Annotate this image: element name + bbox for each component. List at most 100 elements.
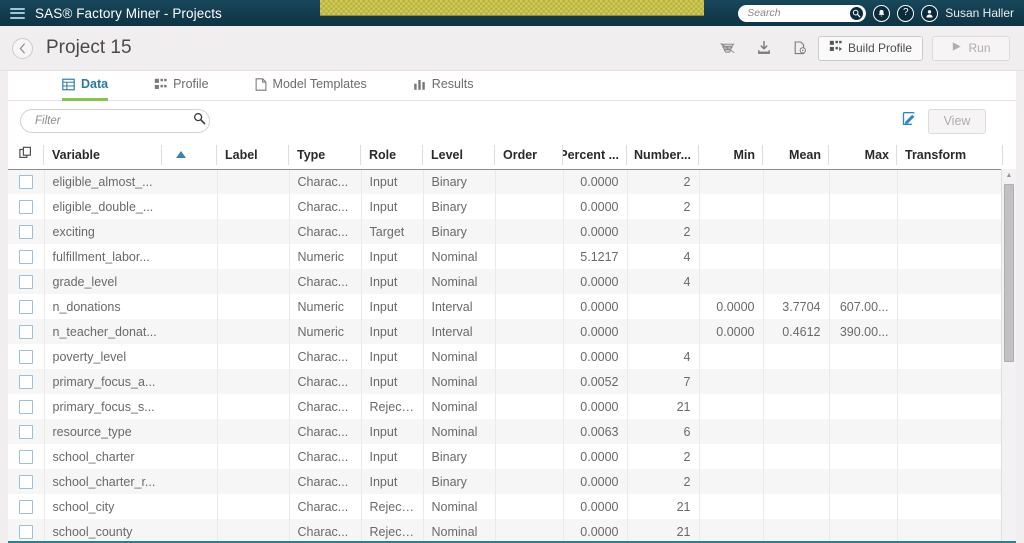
cell-transform[interactable] [897,319,1004,344]
table-row[interactable]: poverty_level Charac... Input Nominal 0.0000… [8,344,1004,369]
copy-columns-icon[interactable] [19,146,33,163]
cell-role[interactable]: Input [361,419,424,444]
cell-role[interactable]: Input [361,194,424,219]
cell-number[interactable] [627,319,700,344]
cell-transform[interactable] [897,194,1004,219]
cell-type[interactable]: Charac... [289,344,362,369]
cell-order[interactable] [495,294,564,319]
table-row[interactable]: n_donations Numeric Input Interval 0.0000 0.0… [8,294,1004,319]
cell-level[interactable]: Binary [423,469,496,494]
column-header-order[interactable]: Order [495,141,563,170]
cell-min[interactable] [699,169,764,194]
row-select-cell[interactable] [8,269,45,294]
cell-role[interactable]: Input [361,469,424,494]
cell-variable[interactable]: exciting [44,219,218,244]
row-checkbox[interactable] [18,524,33,539]
cell-variable[interactable]: school_city [44,494,218,519]
document-properties-icon[interactable] [782,33,818,63]
column-header-percent[interactable]: Percent ... [563,141,627,170]
row-checkbox[interactable] [18,499,33,514]
cell-type[interactable]: Numeric [289,319,362,344]
cell-role[interactable]: Rejected [361,394,424,419]
cell-mean[interactable]: 3.7704 [763,294,830,319]
table-row[interactable]: school_charter Charac... Input Binary 0.0000… [8,444,1004,469]
cell-transform[interactable] [897,269,1004,294]
cell-percent[interactable]: 0.0000 [563,469,628,494]
search-icon[interactable] [193,112,206,130]
cell-min[interactable] [699,244,764,269]
download-icon[interactable] [746,33,782,63]
cell-percent[interactable]: 0.0000 [563,169,628,194]
cell-number[interactable]: 2 [627,444,700,469]
column-header-number[interactable]: Number... [627,141,699,170]
column-header-transform[interactable]: Transform [897,141,1003,170]
row-select-cell[interactable] [8,494,45,519]
cell-level[interactable]: Nominal [423,369,496,394]
cell-percent[interactable]: 0.0000 [563,194,628,219]
cell-label[interactable] [217,519,290,543]
cell-variable[interactable]: n_teacher_donat... [44,319,218,344]
cell-level[interactable]: Interval [423,294,496,319]
cell-variable[interactable]: school_charter [44,444,218,469]
cell-level[interactable]: Nominal [423,269,496,294]
row-checkbox[interactable] [18,449,33,464]
cell-min[interactable] [699,469,764,494]
cell-variable[interactable]: primary_focus_a... [44,369,218,394]
cell-type[interactable]: Charac... [289,194,362,219]
cell-max[interactable] [829,194,898,219]
cell-level[interactable]: Nominal [423,419,496,444]
cell-label[interactable] [217,369,290,394]
cell-number[interactable]: 21 [627,494,700,519]
cell-role[interactable]: Input [361,319,424,344]
cell-variable[interactable]: poverty_level [44,344,218,369]
cell-role[interactable]: Input [361,344,424,369]
cell-order[interactable] [495,519,564,543]
row-checkbox[interactable] [18,474,33,489]
row-checkbox[interactable] [18,174,33,189]
cell-percent[interactable]: 0.0052 [563,369,628,394]
cell-label[interactable] [217,494,290,519]
cell-number[interactable]: 7 [627,369,700,394]
tab-results[interactable]: Results [413,77,473,101]
cell-percent[interactable]: 0.0000 [563,519,628,543]
row-checkbox[interactable] [18,424,33,439]
cell-level[interactable]: Binary [423,194,496,219]
row-checkbox[interactable] [18,349,33,364]
cell-transform[interactable] [897,419,1004,444]
cell-min[interactable] [699,444,764,469]
tab-data[interactable]: Data [62,77,109,101]
cell-max[interactable] [829,519,898,543]
cell-variable[interactable]: grade_level [44,269,218,294]
row-select-cell[interactable] [8,369,45,394]
cell-transform[interactable] [897,494,1004,519]
cell-level[interactable]: Nominal [423,344,496,369]
user-name[interactable]: Susan Haller [945,6,1014,20]
cell-min[interactable] [699,494,764,519]
row-checkbox[interactable] [18,324,33,339]
cell-min[interactable] [699,419,764,444]
cell-min[interactable] [699,194,764,219]
cell-mean[interactable] [763,419,830,444]
cell-level[interactable]: Nominal [423,494,496,519]
cell-min[interactable]: 0.0000 [699,319,764,344]
table-row[interactable]: fulfillment_labor... Numeric Input Nominal 5… [8,244,1004,269]
cell-mean[interactable] [763,194,830,219]
row-select-cell[interactable] [8,294,45,319]
select-all-header[interactable] [8,141,44,170]
cell-number[interactable]: 4 [627,344,700,369]
tab-model-templates[interactable]: Model Templates [255,77,367,101]
cell-max[interactable]: 607.00... [829,294,898,319]
cell-max[interactable] [829,169,898,194]
bell-icon[interactable] [873,4,891,22]
row-select-cell[interactable] [8,319,45,344]
cell-variable[interactable]: school_county [44,519,218,543]
cell-type[interactable]: Charac... [289,169,362,194]
table-row[interactable]: primary_focus_a... Charac... Input Nominal 0… [8,369,1004,394]
cell-mean[interactable] [763,219,830,244]
cell-mean[interactable] [763,519,830,543]
column-header-label[interactable]: Label [217,141,289,170]
cell-role[interactable]: Input [361,244,424,269]
row-checkbox[interactable] [18,274,33,289]
cell-type[interactable]: Charac... [289,369,362,394]
cell-number[interactable]: 21 [627,394,700,419]
